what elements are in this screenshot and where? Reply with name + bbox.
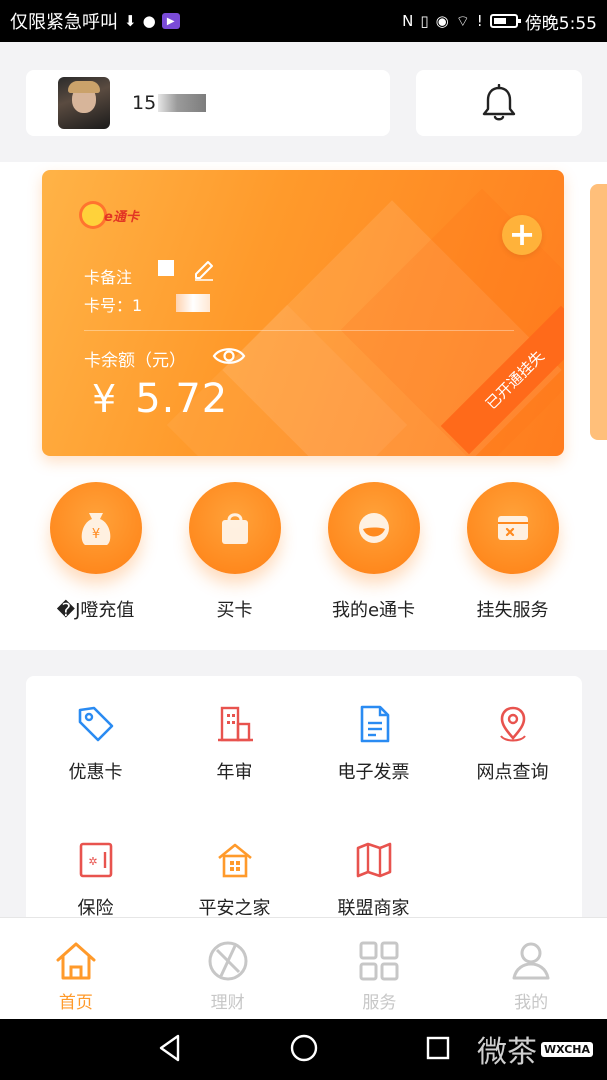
e-card[interactable]: e通卡 + 卡备注 卡号：1 卡余额（元） ¥ 5.72 已开通挂失 xyxy=(42,170,564,456)
building-icon xyxy=(217,706,253,742)
quick-action-buy-card[interactable]: 买卡 xyxy=(165,482,304,622)
balance-label: 卡余额（元） xyxy=(84,351,186,371)
phone-mask xyxy=(158,94,207,112)
card-note-value xyxy=(158,260,174,276)
tab-profile[interactable]: 我的 xyxy=(455,918,607,1019)
service-insurance[interactable]: ✲ 保险 xyxy=(26,838,165,920)
phone-prefix: 15 xyxy=(132,92,157,114)
service-e-invoice[interactable]: 电子发票 xyxy=(304,702,443,784)
balance-display: ¥ 5.72 xyxy=(92,376,228,422)
shopping-bag-icon[interactable] xyxy=(188,482,281,574)
bottom-tab-bar: 首页 理财 服务 我的 xyxy=(0,917,607,1019)
service-label: 电子发票 xyxy=(337,762,410,783)
status-time: 傍晚5:55 xyxy=(524,13,597,34)
user-icon xyxy=(512,942,550,980)
vibrate-icon: ▯ xyxy=(420,11,429,30)
quick-action-my-ecard[interactable]: 我的e通卡 xyxy=(304,482,443,622)
back-icon[interactable] xyxy=(156,1033,184,1063)
finance-icon xyxy=(208,941,248,981)
wechat-icon: ● xyxy=(142,11,156,30)
quick-action-label: �J噔充值 xyxy=(56,600,135,621)
house-icon xyxy=(217,843,252,878)
service-annual-review[interactable]: 年审 xyxy=(165,702,304,784)
quick-action-label: 我的e通卡 xyxy=(331,600,416,621)
bell-icon xyxy=(482,84,516,121)
service-label: 优惠卡 xyxy=(68,762,123,783)
service-coupon-card[interactable]: 优惠卡 xyxy=(26,702,165,784)
services-panel: 优惠卡 年审 电子发票 网点查询 ✲ 保险 平安之家 联盟商家 xyxy=(26,676,582,936)
card-note-label: 卡备注 xyxy=(84,268,133,287)
service-outlet-search[interactable]: 网点查询 xyxy=(443,702,582,784)
recents-icon[interactable] xyxy=(424,1033,452,1063)
card-cancel-icon[interactable] xyxy=(466,482,559,574)
map-pin-icon xyxy=(499,706,526,742)
battery-icon xyxy=(489,14,521,28)
notification-button[interactable] xyxy=(416,70,582,136)
document-icon xyxy=(360,705,389,743)
ecard-brand: e通卡 xyxy=(104,209,139,225)
quick-action-label: 买卡 xyxy=(216,600,253,621)
next-card-peek[interactable] xyxy=(590,184,607,440)
card-divider xyxy=(84,330,514,331)
tab-home[interactable]: 首页 xyxy=(0,918,152,1019)
tab-label: 服务 xyxy=(362,993,397,1013)
watermark-badge: WXCHA xyxy=(540,1041,593,1057)
quick-action-lost-service[interactable]: 挂失服务 xyxy=(443,482,582,622)
safe-icon: ✲ xyxy=(79,842,112,878)
tab-label: 首页 xyxy=(58,993,93,1013)
quick-action-recharge[interactable]: ¥ �J噔充值 xyxy=(26,482,165,622)
card-area: e通卡 + 卡备注 卡号：1 卡余额（元） ¥ 5.72 已开通挂失 ¥ �J噔… xyxy=(0,162,607,650)
status-bar: 仅限紧急呼叫 ⬇ ● ▶ N ▯ ◉ ⌔ ! 傍晚5:55 xyxy=(0,0,607,42)
home-icon xyxy=(56,942,96,980)
system-nav-bar: 微茶 WXCHA xyxy=(0,1019,607,1080)
quick-action-label: 挂失服务 xyxy=(476,600,549,621)
map-icon xyxy=(356,842,391,878)
phone-number: 15 xyxy=(132,92,207,114)
svg-text:✲: ✲ xyxy=(88,855,97,868)
add-card-button[interactable]: + xyxy=(502,215,542,255)
home-circle-icon[interactable] xyxy=(289,1033,319,1063)
app-icon: ▶ xyxy=(161,13,180,29)
eye-icon: ◉ xyxy=(435,11,449,30)
wifi-icon: ⌔ xyxy=(455,11,470,30)
avatar[interactable] xyxy=(58,77,110,129)
sun-logo-icon xyxy=(82,204,104,226)
balance-value: 5.72 xyxy=(135,376,229,422)
eye-toggle-icon[interactable] xyxy=(212,345,246,367)
card-number-label: 卡号：1 xyxy=(84,296,143,315)
service-partner-merchants[interactable]: 联盟商家 xyxy=(304,838,443,920)
nfc-icon: N xyxy=(402,11,414,30)
ecard-logo: e通卡 xyxy=(82,204,139,226)
watermark-text: 微茶 xyxy=(476,1035,537,1070)
carrier-text: 仅限紧急呼叫 xyxy=(10,12,118,33)
currency-symbol: ¥ xyxy=(92,377,118,421)
tab-label: 我的 xyxy=(514,993,549,1013)
money-bag-icon[interactable]: ¥ xyxy=(49,482,142,574)
alert-icon: ! xyxy=(476,11,483,30)
ecard-face-icon[interactable] xyxy=(327,482,420,574)
quick-actions: ¥ �J噔充值 买卡 我的e通卡 挂失服务 xyxy=(0,482,607,622)
card-number-mask xyxy=(176,294,210,312)
user-profile[interactable]: 15 xyxy=(26,70,390,136)
download-icon: ⬇ xyxy=(124,11,137,30)
tab-finance[interactable]: 理财 xyxy=(152,918,304,1019)
service-label: 网点查询 xyxy=(476,762,549,783)
tab-services[interactable]: 服务 xyxy=(304,918,456,1019)
edit-icon[interactable] xyxy=(192,258,216,282)
tag-icon xyxy=(78,706,113,742)
service-safe-home[interactable]: 平安之家 xyxy=(165,838,304,920)
watermark: 微茶 WXCHA xyxy=(477,1027,593,1071)
tab-label: 理财 xyxy=(210,993,245,1013)
top-section: 15 xyxy=(0,42,607,162)
grid-icon xyxy=(359,941,399,981)
service-label: 年审 xyxy=(216,762,253,783)
svg-text:¥: ¥ xyxy=(91,527,99,542)
